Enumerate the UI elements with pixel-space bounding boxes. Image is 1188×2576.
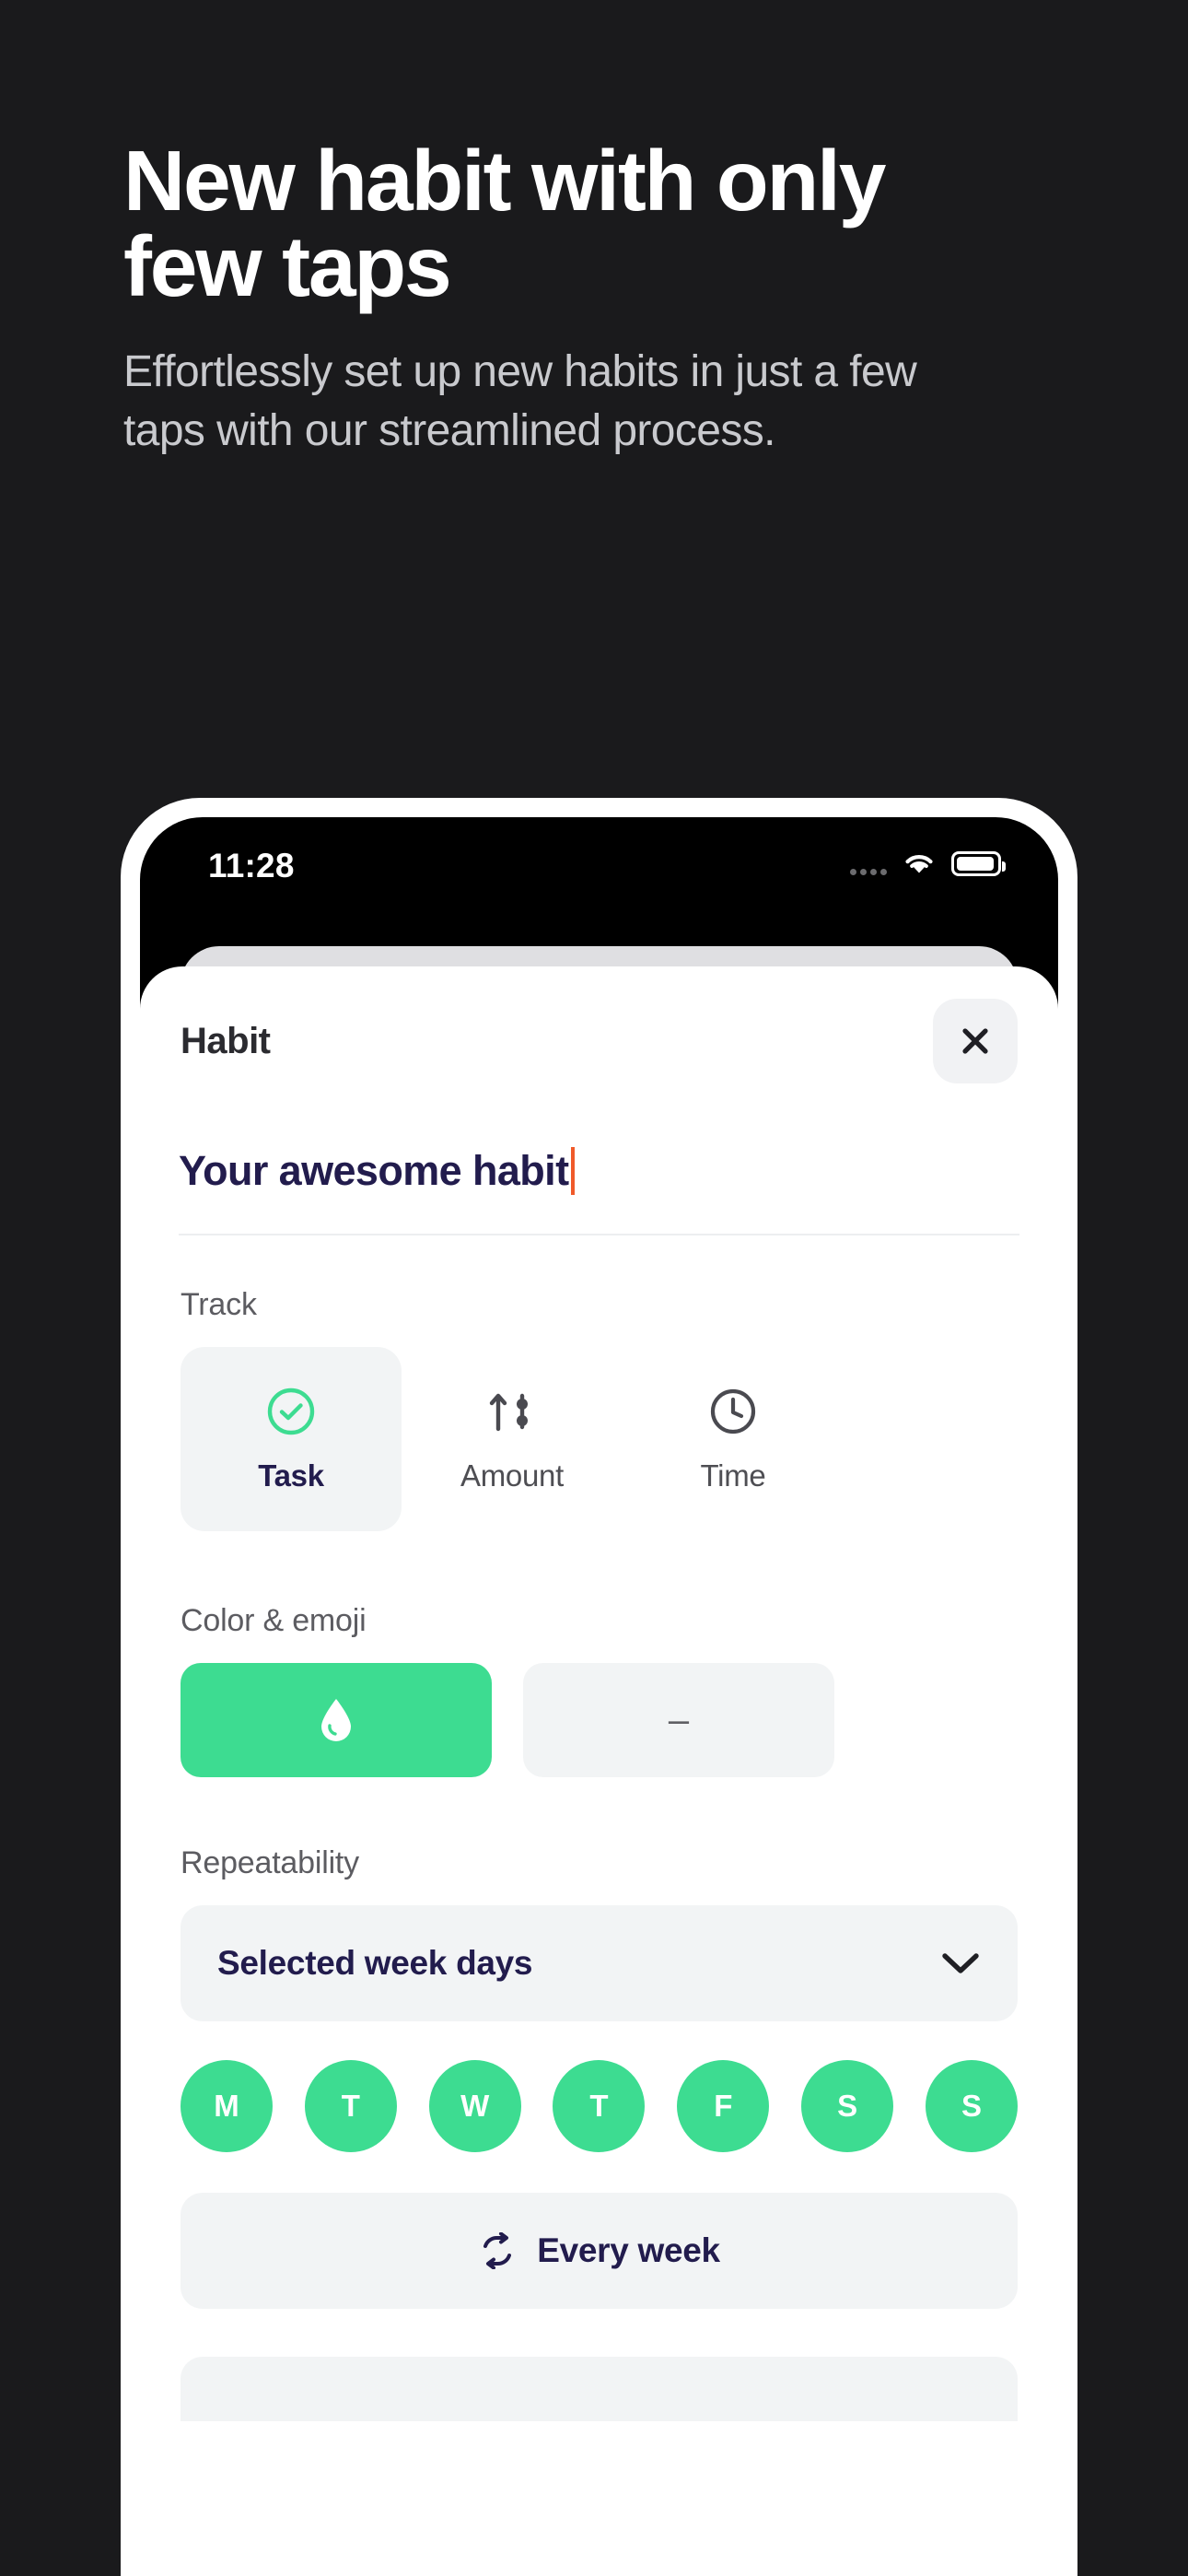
sheet-header: Habit [181, 966, 1018, 1108]
status-time: 11:28 [208, 847, 295, 884]
track-option-label: Time [700, 1458, 766, 1493]
track-option-task[interactable]: Task [181, 1347, 402, 1531]
frequency-label: Every week [537, 2231, 720, 2269]
color-picker-button[interactable] [181, 1663, 492, 1777]
repeatability-section: Repeatability Selected week days M T W T [181, 1777, 1018, 2421]
color-emoji-section: Color & emoji – [181, 1531, 1018, 1777]
wifi-icon [902, 850, 937, 876]
chevron-down-icon [942, 1953, 979, 1973]
habit-sheet: Habit Your awesome habit Track Task Amou… [140, 966, 1058, 2576]
page-subtitle: Effortlessly set up new habits in just a… [123, 347, 917, 455]
status-bar: 11:28 [140, 817, 1058, 919]
page-title: New habit with only few taps [123, 133, 886, 314]
weekday-selector: M T W T F S S [181, 2060, 1018, 2152]
next-section-stub [181, 2357, 1018, 2421]
battery-icon [951, 850, 1006, 876]
emoji-picker-button[interactable]: – [523, 1663, 834, 1777]
track-label: Track [181, 1287, 257, 1322]
weekday-monday[interactable]: M [181, 2060, 273, 2152]
weekday-saturday[interactable]: S [801, 2060, 894, 2152]
habit-name-value: Your awesome habit [179, 1147, 569, 1194]
habit-name-input[interactable]: Your awesome habit [179, 1108, 1019, 1235]
marketing-copy: New habit with only few taps Effortlessl… [123, 138, 1044, 461]
sort-amount-icon [489, 1393, 528, 1432]
track-option-label: Task [258, 1458, 324, 1493]
weekday-tuesday[interactable]: T [304, 2060, 397, 2152]
promo-page: New habit with only few taps Effortlessl… [0, 0, 1188, 2576]
repeatability-value: Selected week days [217, 1944, 533, 1982]
droplet-icon [321, 1699, 351, 1741]
weekday-sunday[interactable]: S [925, 2060, 1018, 2152]
status-icons [850, 850, 1006, 876]
weekday-friday[interactable]: F [677, 2060, 770, 2152]
track-options: Task Amount Time [181, 1347, 1018, 1531]
phone-screen: 11:28 Habit Your awesome habit Track Tas… [140, 817, 1058, 2576]
text-caret [571, 1147, 576, 1195]
check-circle-icon [267, 1388, 315, 1435]
track-option-amount[interactable]: Amount [402, 1347, 623, 1531]
weekday-thursday[interactable]: T [553, 2060, 646, 2152]
track-section: Track Task Amount Time [181, 1235, 1018, 1531]
sheet-title: Habit [181, 1020, 271, 1061]
close-icon [962, 1028, 988, 1054]
phone-mockup: 11:28 Habit Your awesome habit Track Tas… [121, 798, 1077, 2576]
phone-notch [437, 817, 761, 876]
signal-dots-icon [850, 851, 887, 875]
color-emoji-label: Color & emoji [181, 1603, 367, 1638]
repeatability-label: Repeatability [181, 1845, 359, 1880]
track-option-label: Amount [460, 1458, 564, 1493]
repeat-icon [483, 2232, 512, 2269]
repeatability-select[interactable]: Selected week days [181, 1905, 1018, 2021]
close-button[interactable] [933, 999, 1018, 1083]
frequency-button[interactable]: Every week [181, 2193, 1018, 2309]
track-option-time[interactable]: Time [623, 1347, 844, 1531]
weekday-wednesday[interactable]: W [428, 2060, 521, 2152]
clock-icon [710, 1388, 756, 1434]
